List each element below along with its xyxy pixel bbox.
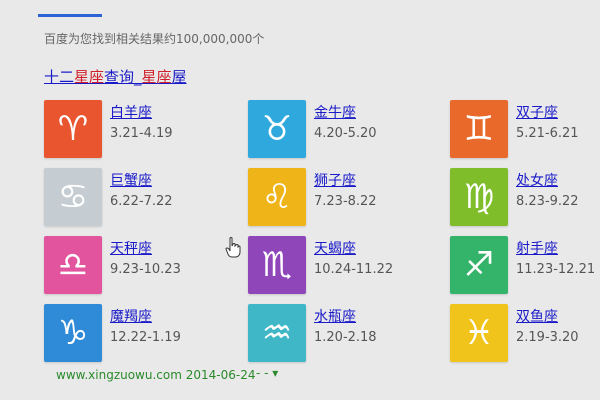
hand-cursor-icon <box>225 237 241 258</box>
zodiac-item: ♌ 狮子座 7.23-8.22 <box>248 166 418 228</box>
zodiac-date-range: 4.20-5.20 <box>314 126 377 141</box>
zodiac-name-link[interactable]: 双鱼座 <box>516 306 558 326</box>
zodiac-sign-icon[interactable]: ♓ <box>450 304 508 362</box>
zodiac-item: ♏ 天蝎座 10.24-11.22 <box>248 234 418 296</box>
zodiac-date-range: 1.20-2.18 <box>314 330 377 345</box>
zodiac-date-range: 9.23-10.23 <box>110 262 181 277</box>
zodiac-item: ♒ 水瓶座 1.20-2.18 <box>248 302 418 364</box>
zodiac-name-link[interactable]: 魔羯座 <box>110 306 152 326</box>
zodiac-item: ♑ 魔羯座 12.22-1.19 <box>44 302 214 364</box>
zodiac-name-link[interactable]: 天蝎座 <box>314 238 356 258</box>
zodiac-item: ♉ 金牛座 4.20-5.20 <box>248 98 418 160</box>
zodiac-item: ♋ 巨蟹座 6.22-7.22 <box>44 166 214 228</box>
zodiac-sign-icon[interactable]: ♋ <box>44 168 102 226</box>
zodiac-sign-icon[interactable]: ♏ <box>248 236 306 294</box>
zodiac-name-link[interactable]: 处女座 <box>516 170 558 190</box>
zodiac-item: ♍ 处女座 8.23-9.22 <box>450 166 600 228</box>
zodiac-sign-icon[interactable]: ♎ <box>44 236 102 294</box>
zodiac-sign-icon[interactable]: ♈ <box>44 100 102 158</box>
zodiac-item: ♈ 白羊座 3.21-4.19 <box>44 98 214 160</box>
zodiac-date-range: 12.22-1.19 <box>110 330 181 345</box>
zodiac-date-range: 7.23-8.22 <box>314 194 377 209</box>
zodiac-name-link[interactable]: 巨蟹座 <box>110 170 152 190</box>
zodiac-item: ♎ 天秤座 9.23-10.23 <box>44 234 214 296</box>
title-highlight-1: 星座 <box>74 68 105 86</box>
result-title-link[interactable]: 十二星座查询_星座屋 <box>44 66 187 87</box>
zodiac-name-link[interactable]: 狮子座 <box>314 170 356 190</box>
zodiac-name-link[interactable]: 金牛座 <box>314 102 356 122</box>
zodiac-grid: ♈ 白羊座 3.21-4.19 ♉ 金牛座 4.20-5.20 ♊ 双子座 5.21-6.21 ♋… <box>44 98 595 366</box>
active-tab-underline <box>38 14 102 17</box>
zodiac-sign-icon[interactable]: ♐ <box>450 236 508 294</box>
title-highlight-2: 星座 <box>141 68 172 86</box>
zodiac-sign-icon[interactable]: ♌ <box>248 168 306 226</box>
zodiac-name-link[interactable]: 天秤座 <box>110 238 152 258</box>
zodiac-sign-icon[interactable]: ♒ <box>248 304 306 362</box>
zodiac-name-link[interactable]: 双子座 <box>516 102 558 122</box>
zodiac-sign-icon[interactable]: ♉ <box>248 100 306 158</box>
zodiac-name-link[interactable]: 射手座 <box>516 238 558 258</box>
zodiac-sign-icon[interactable]: ♑ <box>44 304 102 362</box>
zodiac-date-range: 3.21-4.19 <box>110 126 173 141</box>
zodiac-date-range: 10.24-11.22 <box>314 262 394 277</box>
title-text-3: 屋 <box>171 68 187 86</box>
zodiac-item: ♊ 双子座 5.21-6.21 <box>450 98 600 160</box>
zodiac-date-range: 5.21-6.21 <box>516 126 579 141</box>
zodiac-date-range: 11.23-12.21 <box>516 262 596 277</box>
zodiac-item: ♓ 双鱼座 2.19-3.20 <box>450 302 600 364</box>
result-url[interactable]: www.xingzuowu.com 2014-06-24 <box>56 368 255 382</box>
title-text-1: 十二 <box>44 68 75 86</box>
zodiac-date-range: 2.19-3.20 <box>516 330 579 345</box>
zodiac-item: ♐ 射手座 11.23-12.21 <box>450 234 600 296</box>
zodiac-name-link[interactable]: 水瓶座 <box>314 306 356 326</box>
title-text-2: 查询_ <box>104 68 142 86</box>
url-dropdown-arrow[interactable]: - - ▾ <box>256 366 278 380</box>
result-count: 百度为您找到相关结果约100,000,000个 <box>44 32 265 46</box>
top-nav <box>0 0 600 18</box>
zodiac-date-range: 8.23-9.22 <box>516 194 579 209</box>
zodiac-sign-icon[interactable]: ♊ <box>450 100 508 158</box>
zodiac-name-link[interactable]: 白羊座 <box>110 102 152 122</box>
zodiac-date-range: 6.22-7.22 <box>110 194 173 209</box>
zodiac-sign-icon[interactable]: ♍ <box>450 168 508 226</box>
